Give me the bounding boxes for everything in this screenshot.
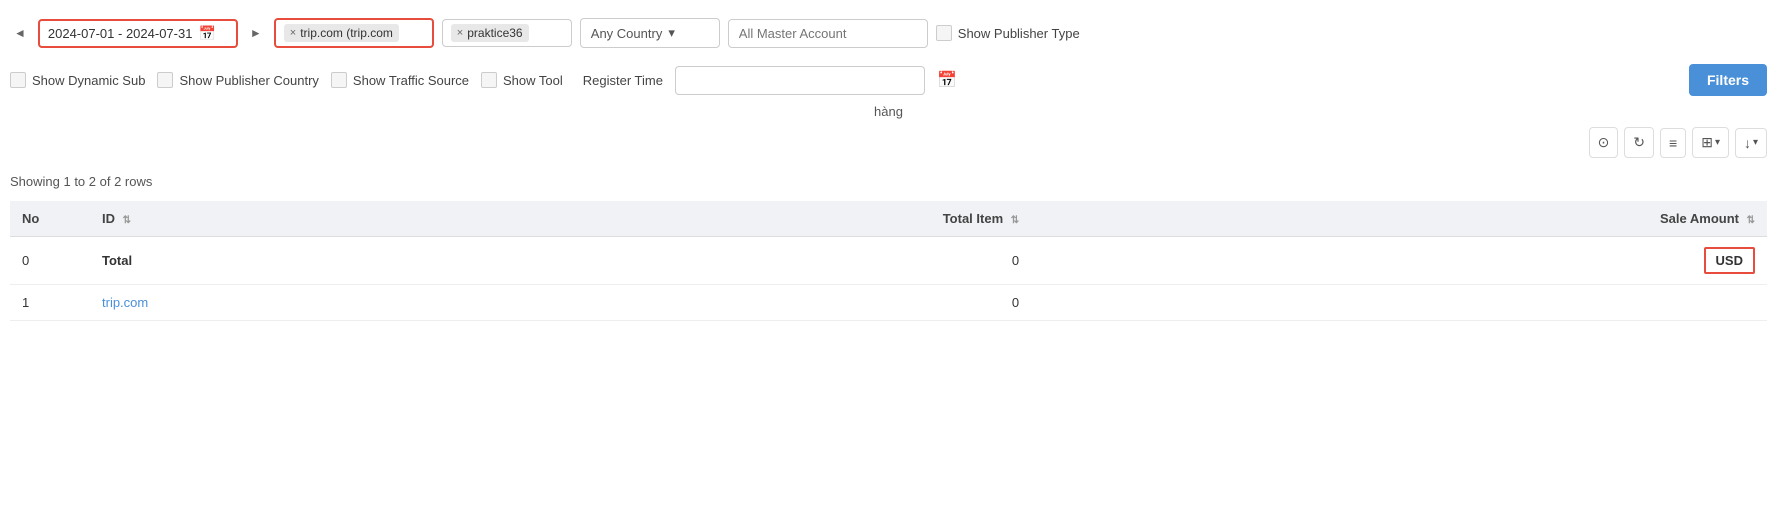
tag1-label: trip.com (trip.com bbox=[300, 26, 393, 40]
tag-trip: × trip.com (trip.com bbox=[284, 24, 399, 42]
show-tool-checkbox[interactable] bbox=[481, 72, 497, 88]
icon-btn-1[interactable]: ⊙ bbox=[1589, 127, 1619, 158]
close-tag2-icon[interactable]: × bbox=[457, 27, 463, 39]
sort-icon-sale-amount[interactable]: ⇅ bbox=[1747, 215, 1755, 226]
sort-icon-id[interactable]: ⇅ bbox=[123, 215, 131, 226]
list-icon: ≡ bbox=[1669, 135, 1677, 151]
next-arrow-btn[interactable]: ► bbox=[246, 24, 266, 42]
table-row: 1 trip.com 0 bbox=[10, 285, 1767, 321]
toolbar-row2: Show Dynamic Sub Show Publisher Country … bbox=[10, 56, 1767, 104]
date-range-box: 2024-07-01 - 2024-07-31 📅 bbox=[38, 19, 238, 48]
data-table: No ID ⇅ Total Item ⇅ Sale Amount ⇅ 0 Tot… bbox=[10, 201, 1767, 321]
sort-icon-total-item[interactable]: ⇅ bbox=[1011, 215, 1019, 226]
cell-id-0-label: Total bbox=[102, 253, 132, 268]
show-publisher-type-text: Show Publisher Type bbox=[958, 26, 1080, 41]
cell-total-item-1: 0 bbox=[410, 285, 1031, 321]
cell-sale-amount-1 bbox=[1031, 285, 1767, 321]
show-traffic-source-label[interactable]: Show Traffic Source bbox=[331, 72, 469, 88]
show-dynamic-sub-checkbox[interactable] bbox=[10, 72, 26, 88]
cell-id-0: Total bbox=[90, 237, 410, 285]
tag-praktice: × praktice36 bbox=[451, 24, 529, 42]
col-header-total-item: Total Item ⇅ bbox=[410, 201, 1031, 237]
cell-sale-amount-0: USD bbox=[1031, 237, 1767, 285]
show-tool-text: Show Tool bbox=[503, 73, 563, 88]
show-publisher-country-checkbox[interactable] bbox=[157, 72, 173, 88]
show-publisher-type-label[interactable]: Show Publisher Type bbox=[936, 25, 1080, 41]
refresh-icon: ↻ bbox=[1633, 134, 1645, 151]
register-time-calendar-icon[interactable]: 📅 bbox=[937, 70, 957, 90]
calendar-icon-btn[interactable]: 📅 bbox=[198, 25, 215, 42]
show-dynamic-sub-label[interactable]: Show Dynamic Sub bbox=[10, 72, 145, 88]
prev-arrow-btn[interactable]: ◄ bbox=[10, 24, 30, 42]
icon-btn-3[interactable]: ≡ bbox=[1660, 128, 1686, 158]
hang-label: hàng bbox=[10, 104, 1767, 119]
table-header-row: No ID ⇅ Total Item ⇅ Sale Amount ⇅ bbox=[10, 201, 1767, 237]
col-header-sale-amount: Sale Amount ⇅ bbox=[1031, 201, 1767, 237]
toolbar-row1: ◄ 2024-07-01 - 2024-07-31 📅 ► × trip.com… bbox=[10, 10, 1767, 56]
filters-button[interactable]: Filters bbox=[1689, 64, 1767, 96]
cell-id-1: trip.com bbox=[90, 285, 410, 321]
cell-total-item-0: 0 bbox=[410, 237, 1031, 285]
table-row: 0 Total 0 USD bbox=[10, 237, 1767, 285]
cell-id-1-link[interactable]: trip.com bbox=[102, 295, 148, 310]
icon-btn-2[interactable]: ↻ bbox=[1624, 127, 1654, 158]
show-traffic-source-text: Show Traffic Source bbox=[353, 73, 469, 88]
hang-row: hàng bbox=[10, 104, 1767, 119]
country-dropdown-label: Any Country bbox=[591, 26, 663, 41]
show-dynamic-sub-text: Show Dynamic Sub bbox=[32, 73, 145, 88]
chevron-down-icon3: ▾ bbox=[1753, 137, 1758, 148]
icon-btn-4[interactable]: ⊞ ▾ bbox=[1692, 127, 1729, 158]
show-publisher-type-checkbox[interactable] bbox=[936, 25, 952, 41]
show-traffic-source-checkbox[interactable] bbox=[331, 72, 347, 88]
icon-btn-5[interactable]: ↓ ▾ bbox=[1735, 128, 1767, 158]
grid-icon: ⊞ bbox=[1701, 134, 1713, 151]
register-time-label: Register Time bbox=[583, 73, 663, 88]
show-publisher-country-text: Show Publisher Country bbox=[179, 73, 318, 88]
col-header-id: ID ⇅ bbox=[90, 201, 410, 237]
country-dropdown[interactable]: Any Country ▾ bbox=[580, 18, 720, 48]
toolbar-row3: ⊙ ↻ ≡ ⊞ ▾ ↓ ▾ bbox=[10, 123, 1767, 166]
show-publisher-country-label[interactable]: Show Publisher Country bbox=[157, 72, 318, 88]
download-icon: ↓ bbox=[1744, 135, 1751, 151]
usd-badge: USD bbox=[1704, 247, 1755, 274]
cell-no-1: 1 bbox=[10, 285, 90, 321]
master-account-input[interactable] bbox=[728, 19, 928, 48]
tag2-label: praktice36 bbox=[467, 26, 522, 40]
tag-input-box: × trip.com (trip.com bbox=[274, 18, 434, 48]
show-tool-label[interactable]: Show Tool bbox=[481, 72, 563, 88]
chevron-down-icon: ▾ bbox=[668, 25, 675, 41]
cell-no-0: 0 bbox=[10, 237, 90, 285]
tag-input-box2: × praktice36 bbox=[442, 19, 572, 47]
close-tag1-icon[interactable]: × bbox=[290, 27, 296, 39]
chevron-down-icon2: ▾ bbox=[1715, 137, 1720, 148]
col-header-no: No bbox=[10, 201, 90, 237]
register-time-input[interactable] bbox=[675, 66, 925, 95]
row-info: Showing 1 to 2 of 2 rows bbox=[10, 166, 1767, 201]
date-range-text: 2024-07-01 - 2024-07-31 bbox=[48, 26, 193, 41]
clock-icon: ⊙ bbox=[1598, 134, 1610, 151]
table-body: 0 Total 0 USD 1 trip.com 0 bbox=[10, 237, 1767, 321]
